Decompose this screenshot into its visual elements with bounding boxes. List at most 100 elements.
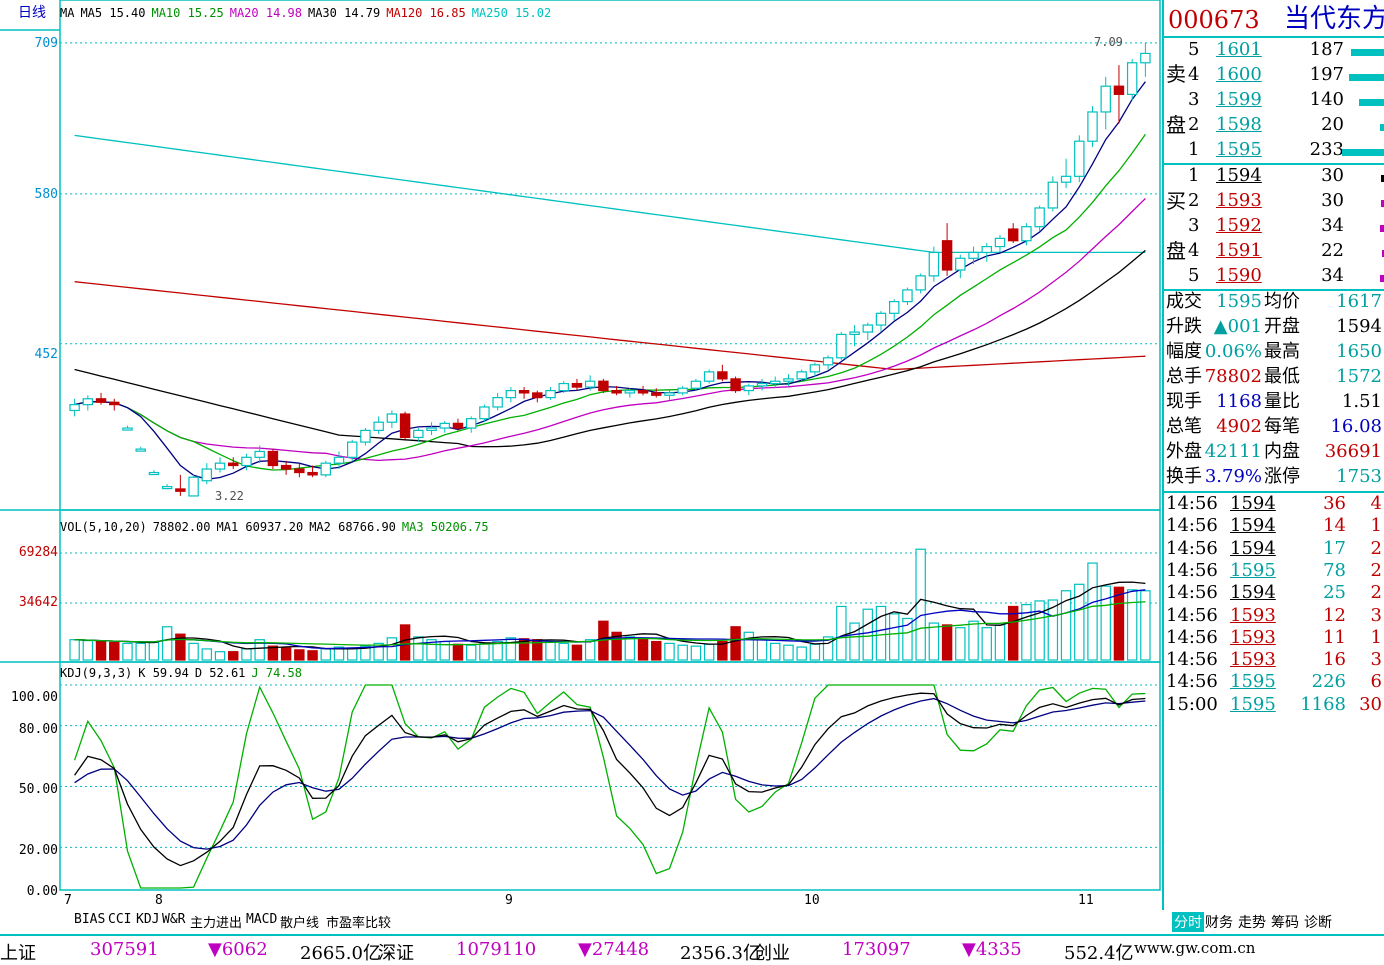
- candle: [994, 237, 1006, 248]
- tab-macd[interactable]: MACD: [246, 912, 277, 927]
- candle: [439, 422, 450, 429]
- quote-value: 1617: [1336, 291, 1382, 312]
- main-chart-svg[interactable]: [0, 0, 1162, 910]
- vol-legend-item: MA1 60937.20: [216, 520, 304, 534]
- candle: [651, 392, 662, 396]
- candle: [214, 462, 226, 470]
- candle: [981, 245, 992, 254]
- quote-value: 36691: [1324, 441, 1382, 462]
- status-item: 上证: [0, 943, 36, 964]
- volume-bar: [994, 624, 1006, 661]
- tab-kdj[interactable]: KDJ: [136, 912, 159, 927]
- panel-frame: [59, 661, 1161, 891]
- tick-time: 14:56: [1166, 626, 1218, 648]
- candle: [386, 413, 398, 423]
- candle: [968, 251, 979, 259]
- x-axis-9: 9: [505, 893, 513, 908]
- sell-price: 1599: [1216, 89, 1262, 110]
- kdj-axis-80: 80.00: [18, 722, 58, 737]
- tab-main-force[interactable]: 主力进出: [190, 912, 242, 931]
- quote-label: 幅度: [1166, 341, 1202, 362]
- volume-bar: [730, 626, 741, 661]
- candle: [532, 392, 543, 399]
- right-tab-3[interactable]: 筹码: [1271, 912, 1299, 932]
- buy-price: 1590: [1216, 265, 1262, 286]
- candle: [862, 324, 874, 333]
- divider: [1164, 36, 1384, 38]
- period-label[interactable]: 日线: [18, 6, 46, 20]
- buy-label-2: 盘: [1166, 239, 1186, 263]
- quote-label: 涨停: [1264, 466, 1300, 487]
- candle: [743, 385, 755, 392]
- buy-level: 3: [1188, 215, 1200, 236]
- sell-qty: 197: [1309, 64, 1344, 85]
- tick-volume: 36: [1323, 493, 1346, 514]
- candle: [558, 382, 569, 392]
- candle: [241, 456, 252, 467]
- volume-bar: [783, 644, 794, 661]
- tick-time: 14:56: [1166, 559, 1218, 581]
- candle: [611, 389, 622, 394]
- volume-bar: [95, 640, 107, 661]
- right-tab-0[interactable]: 分时: [1172, 912, 1204, 932]
- candle: [703, 371, 715, 382]
- candle: [624, 389, 636, 394]
- buy-level: 4: [1188, 240, 1200, 261]
- quote-value: 16.08: [1330, 416, 1382, 437]
- market-status-bar: 上证 307591 ▼6062 2665.0亿 深证 1079110 ▼27448 2356.…: [0, 934, 1384, 964]
- tick-count: 30: [1359, 693, 1382, 715]
- tick-price: 1593: [1230, 649, 1276, 671]
- buy-depth-bar: [1380, 275, 1384, 282]
- kdj-axis-20: 20.00: [18, 843, 58, 858]
- sell-depth-bar: [1351, 49, 1384, 56]
- status-item: 552.4亿: [1064, 943, 1134, 964]
- tick-time: 14:56: [1166, 493, 1218, 514]
- volume-bar: [770, 642, 781, 661]
- volume-bar: [677, 644, 688, 661]
- buy-qty: 22: [1321, 240, 1344, 261]
- quote-value: ▲001: [1213, 316, 1262, 337]
- buy-level: 1: [1188, 165, 1200, 186]
- vol-legend: VOL(5,10,20) 78802.00 MA1 60937.20 MA2 6876…: [60, 520, 495, 534]
- right-tab-4[interactable]: 诊断: [1304, 912, 1332, 932]
- tab-pe-compare[interactable]: 市盈率比较: [326, 912, 391, 931]
- tick-count: 6: [1370, 671, 1382, 693]
- high-price-annotation: 7.09: [1094, 35, 1123, 49]
- right-tab-2[interactable]: 走势: [1238, 912, 1266, 932]
- x-axis-10: 10: [804, 893, 820, 908]
- volume-bar: [1113, 586, 1125, 661]
- candle: [228, 462, 239, 467]
- volume-bar: [161, 626, 173, 661]
- right-tab-1[interactable]: 财务: [1205, 912, 1233, 932]
- volume-bar: [624, 636, 636, 661]
- volume-bar: [69, 639, 80, 661]
- candle: [1140, 52, 1151, 64]
- tab-retail-line[interactable]: 散户线: [280, 912, 319, 931]
- candle: [888, 301, 900, 314]
- volume-bar: [399, 624, 411, 661]
- ma-legend-item: MA30 14.79: [307, 6, 381, 20]
- candle: [1034, 207, 1045, 228]
- candle: [941, 240, 953, 271]
- quote-value: 3.79%: [1204, 466, 1262, 487]
- sell-level: 4: [1188, 64, 1200, 85]
- candle: [254, 450, 265, 458]
- volume-bar: [928, 622, 940, 661]
- x-axis-8: 8: [155, 893, 163, 908]
- x-axis-11: 11: [1078, 893, 1094, 908]
- candle: [571, 382, 583, 388]
- chart-area[interactable]: 日线 MA MA5 15.40 MA10 15.25 MA20 14.98 MA30 1…: [0, 0, 1162, 910]
- sell-label-1: 卖: [1166, 62, 1186, 86]
- tab-wr[interactable]: W&R: [162, 912, 185, 927]
- quote-label: 内盘: [1264, 441, 1300, 462]
- tick-price: 1595: [1230, 671, 1276, 693]
- status-item: ▼6062: [208, 939, 268, 960]
- tab-bias[interactable]: BIAS: [74, 912, 105, 927]
- volume-bar: [915, 548, 926, 661]
- quote-value: 1595: [1216, 291, 1262, 312]
- tick-volume: 17: [1323, 537, 1346, 559]
- status-item[interactable]: www.gw.com.cn: [1134, 939, 1255, 957]
- candle: [677, 387, 688, 394]
- tab-cci[interactable]: CCI: [108, 912, 131, 927]
- volume-bar: [148, 641, 160, 661]
